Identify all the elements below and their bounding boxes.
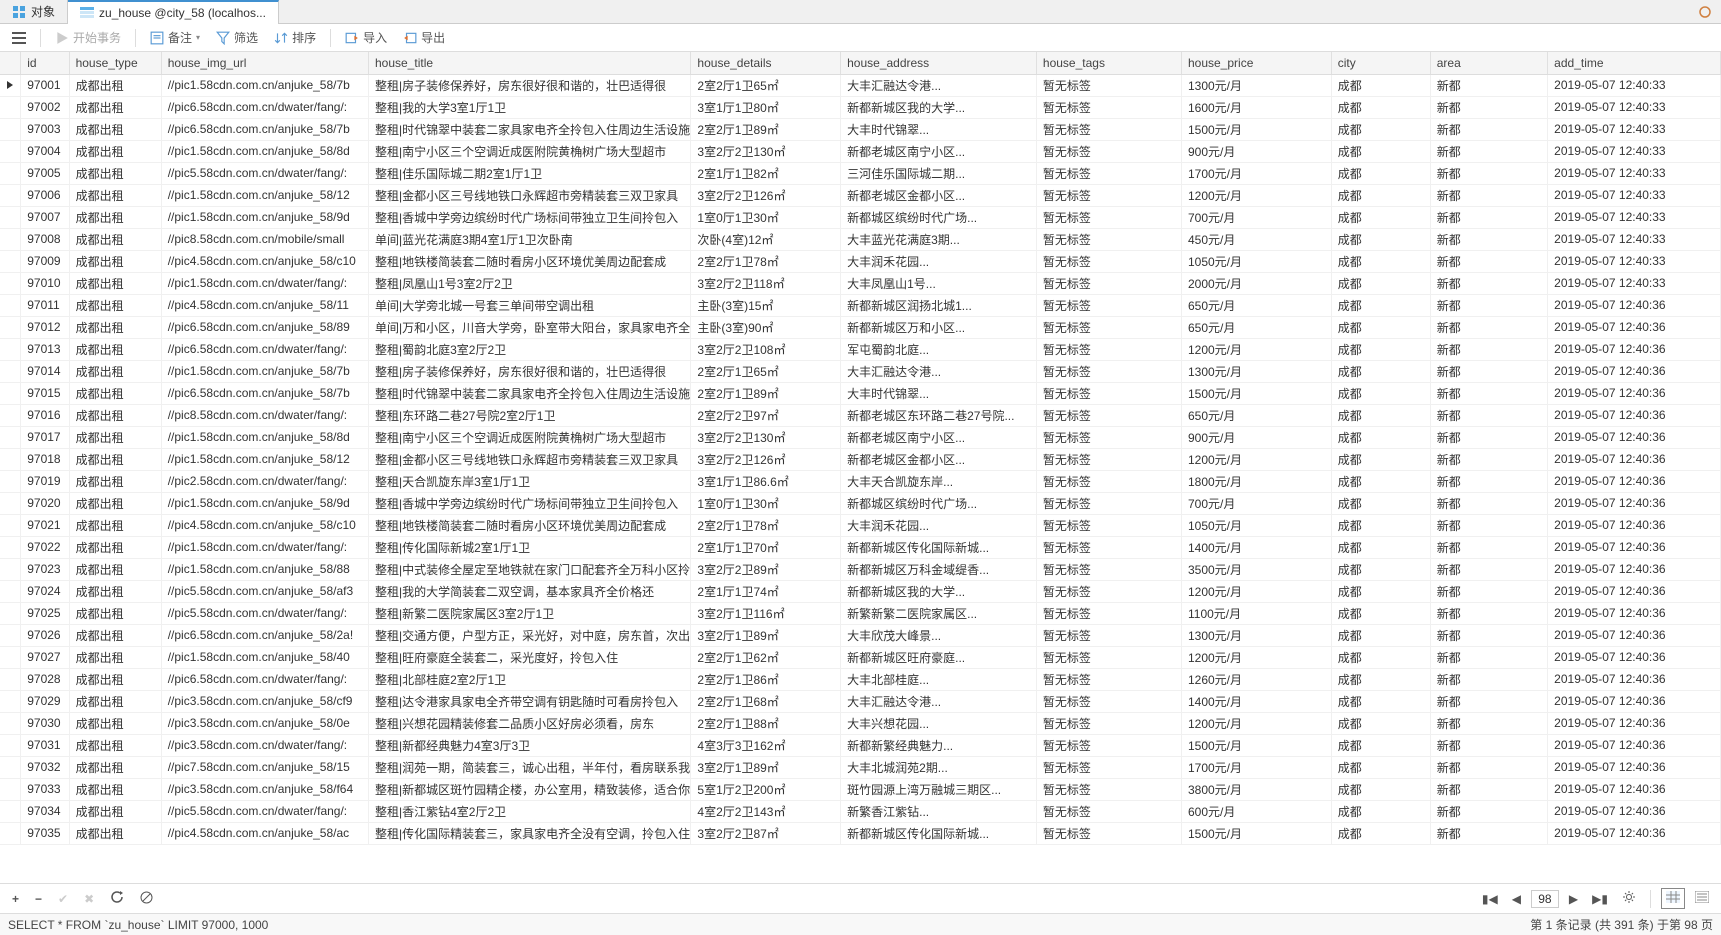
table-row[interactable]: 97032成都出租//pic7.58cdn.com.cn/anjuke_58/1… (0, 756, 1721, 778)
table-row[interactable]: 97024成都出租//pic5.58cdn.com.cn/anjuke_58/a… (0, 580, 1721, 602)
export-button[interactable]: 导出 (397, 26, 451, 49)
table-row[interactable]: 97015成都出租//pic6.58cdn.com.cn/anjuke_58/7… (0, 382, 1721, 404)
funnel-icon (216, 31, 230, 45)
table-row[interactable]: 97021成都出租//pic4.58cdn.com.cn/anjuke_58/c… (0, 514, 1721, 536)
begin-tx-label: 开始事务 (73, 29, 121, 46)
tab-label: 对象 (31, 3, 55, 20)
data-grid[interactable]: id house_type house_img_url house_title … (0, 52, 1721, 883)
sort-icon (274, 31, 288, 45)
table-row[interactable]: 97031成都出租//pic3.58cdn.com.cn/dwater/fang… (0, 734, 1721, 756)
begin-transaction-button[interactable]: 开始事务 (49, 26, 127, 49)
table-row[interactable]: 97011成都出租//pic4.58cdn.com.cn/anjuke_58/1… (0, 294, 1721, 316)
import-label: 导入 (363, 29, 387, 46)
col-house-img-url[interactable]: house_img_url (161, 52, 368, 74)
add-row-button[interactable]: + (8, 890, 23, 908)
refresh-button[interactable] (106, 888, 128, 909)
col-house-type[interactable]: house_type (69, 52, 161, 74)
grid-view-button[interactable] (1661, 888, 1685, 909)
col-house-tags[interactable]: house_tags (1036, 52, 1181, 74)
menu-button[interactable] (6, 29, 32, 47)
settings-button[interactable] (1618, 888, 1640, 909)
last-page-button[interactable]: ▶▮ (1588, 890, 1612, 908)
col-area[interactable]: area (1430, 52, 1547, 74)
table-row[interactable]: 97001成都出租//pic1.58cdn.com.cn/anjuke_58/7… (0, 74, 1721, 96)
tab-zu-house[interactable]: zu_house @city_58 (localhos... (68, 0, 279, 24)
record-summary: 第 1 条记录 (共 391 条) 于第 98 页 (1530, 916, 1713, 933)
cancel-button[interactable]: ✖ (80, 890, 98, 908)
table-row[interactable]: 97006成都出租//pic1.58cdn.com.cn/anjuke_58/1… (0, 184, 1721, 206)
table-row[interactable]: 97016成都出租//pic8.58cdn.com.cn/dwater/fang… (0, 404, 1721, 426)
table-row[interactable]: 97014成都出租//pic1.58cdn.com.cn/anjuke_58/7… (0, 360, 1721, 382)
table-row[interactable]: 97009成都出租//pic4.58cdn.com.cn/anjuke_58/c… (0, 250, 1721, 272)
table-row[interactable]: 97017成都出租//pic1.58cdn.com.cn/anjuke_58/8… (0, 426, 1721, 448)
next-page-button[interactable]: ▶ (1565, 890, 1582, 908)
sort-button[interactable]: 排序 (268, 26, 322, 49)
table-row[interactable]: 97023成都出租//pic1.58cdn.com.cn/anjuke_58/8… (0, 558, 1721, 580)
prev-page-button[interactable]: ◀ (1508, 890, 1525, 908)
link-icon[interactable] (1697, 4, 1713, 20)
table-row[interactable]: 97019成都出租//pic2.58cdn.com.cn/dwater/fang… (0, 470, 1721, 492)
table-row[interactable]: 97004成都出租//pic1.58cdn.com.cn/anjuke_58/8… (0, 140, 1721, 162)
table-row[interactable]: 97007成都出租//pic1.58cdn.com.cn/anjuke_58/9… (0, 206, 1721, 228)
table-row[interactable]: 97030成都出租//pic3.58cdn.com.cn/anjuke_58/0… (0, 712, 1721, 734)
memo-button[interactable]: 备注 ▾ (144, 26, 206, 49)
col-city[interactable]: city (1331, 52, 1430, 74)
record-toolbar: + − ✔ ✖ ▮◀ ◀ 98 ▶ ▶▮ (0, 883, 1721, 913)
table-row[interactable]: 97020成都出租//pic1.58cdn.com.cn/anjuke_58/9… (0, 492, 1721, 514)
delete-row-button[interactable]: − (31, 890, 46, 908)
first-page-button[interactable]: ▮◀ (1478, 890, 1502, 908)
table-row[interactable]: 97027成都出租//pic1.58cdn.com.cn/anjuke_58/4… (0, 646, 1721, 668)
col-house-details[interactable]: house_details (691, 52, 841, 74)
table-row[interactable]: 97010成都出租//pic1.58cdn.com.cn/dwater/fang… (0, 272, 1721, 294)
tab-bar: 对象 zu_house @city_58 (localhos... (0, 0, 1721, 24)
header-row: id house_type house_img_url house_title … (0, 52, 1721, 74)
table-row[interactable]: 97026成都出租//pic6.58cdn.com.cn/anjuke_58/2… (0, 624, 1721, 646)
tab-label: zu_house @city_58 (localhos... (99, 6, 266, 20)
import-icon (345, 31, 359, 45)
table-row[interactable]: 97013成都出租//pic6.58cdn.com.cn/dwater/fang… (0, 338, 1721, 360)
sql-text: SELECT * FROM `zu_house` LIMIT 97000, 10… (8, 918, 268, 932)
table-row[interactable]: 97033成都出租//pic3.58cdn.com.cn/anjuke_58/f… (0, 778, 1721, 800)
chevron-down-icon: ▾ (196, 33, 200, 42)
note-icon (150, 31, 164, 45)
col-id[interactable]: id (21, 52, 69, 74)
filter-label: 筛选 (234, 29, 258, 46)
table-row[interactable]: 97018成都出租//pic1.58cdn.com.cn/anjuke_58/1… (0, 448, 1721, 470)
play-icon (55, 31, 69, 45)
table-row[interactable]: 97035成都出租//pic4.58cdn.com.cn/anjuke_58/a… (0, 822, 1721, 844)
import-button[interactable]: 导入 (339, 26, 393, 49)
filter-button[interactable]: 筛选 (210, 26, 264, 49)
status-bar: SELECT * FROM `zu_house` LIMIT 97000, 10… (0, 913, 1721, 935)
commit-button[interactable]: ✔ (54, 890, 72, 908)
memo-label: 备注 (168, 29, 192, 46)
table-row[interactable]: 97012成都出租//pic6.58cdn.com.cn/anjuke_58/8… (0, 316, 1721, 338)
table-row[interactable]: 97003成都出租//pic6.58cdn.com.cn/anjuke_58/7… (0, 118, 1721, 140)
table-row[interactable]: 97025成都出租//pic5.58cdn.com.cn/dwater/fang… (0, 602, 1721, 624)
table-row[interactable]: 97022成都出租//pic1.58cdn.com.cn/dwater/fang… (0, 536, 1721, 558)
table-row[interactable]: 97028成都出租//pic6.58cdn.com.cn/dwater/fang… (0, 668, 1721, 690)
col-house-title[interactable]: house_title (368, 52, 690, 74)
table-row[interactable]: 97008成都出租//pic8.58cdn.com.cn/mobile/smal… (0, 228, 1721, 250)
export-icon (403, 31, 417, 45)
table-row[interactable]: 97002成都出租//pic6.58cdn.com.cn/dwater/fang… (0, 96, 1721, 118)
col-house-address[interactable]: house_address (841, 52, 1037, 74)
form-view-button[interactable] (1691, 889, 1713, 908)
col-house-price[interactable]: house_price (1181, 52, 1331, 74)
page-number-input[interactable]: 98 (1531, 890, 1559, 908)
export-label: 导出 (421, 29, 445, 46)
table-row[interactable]: 97005成都出租//pic5.58cdn.com.cn/dwater/fang… (0, 162, 1721, 184)
tab-objects[interactable]: 对象 (0, 0, 68, 24)
toolbar: 开始事务 备注 ▾ 筛选 排序 导入 导出 (0, 24, 1721, 52)
table-row[interactable]: 97034成都出租//pic5.58cdn.com.cn/dwater/fang… (0, 800, 1721, 822)
sort-label: 排序 (292, 29, 316, 46)
stop-button[interactable] (136, 889, 157, 909)
table-row[interactable]: 97029成都出租//pic3.58cdn.com.cn/anjuke_58/c… (0, 690, 1721, 712)
col-add-time[interactable]: add_time (1548, 52, 1721, 74)
table-icon (80, 6, 94, 20)
grid-icon (12, 5, 26, 19)
